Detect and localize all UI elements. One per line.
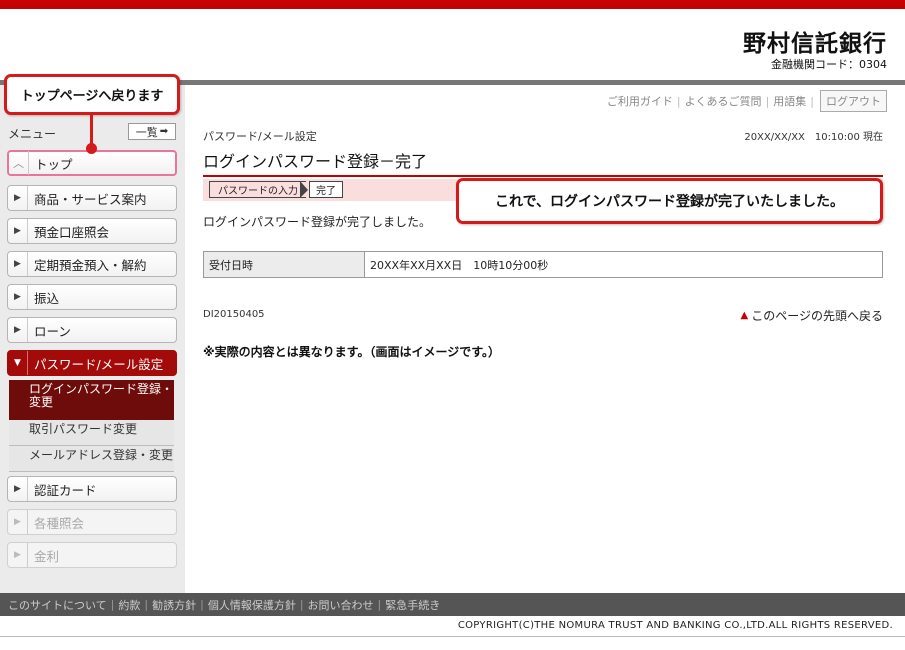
back-to-top-link[interactable]: ▲ このページの先頭へ戻る <box>741 307 883 324</box>
glossary-link[interactable]: 用語集 <box>769 93 810 109</box>
faq-link[interactable]: よくあるご質問 <box>681 93 766 109</box>
footer-link-emergency[interactable]: 緊急手続き <box>385 597 440 613</box>
triangle-right-icon: ▶ <box>8 510 28 534</box>
footer-link-solicitation[interactable]: 勧誘方針 <box>152 597 196 613</box>
triangle-right-icon: ▶ <box>8 186 28 210</box>
divider: | <box>144 598 149 611</box>
sidebar-item-label: 振込 <box>34 290 60 306</box>
receipt-time-header: 受付日時 <box>204 252 365 277</box>
logout-button[interactable]: ログアウト <box>820 90 887 112</box>
completion-callout: これで、ログインパスワード登録が完了いたしました。 <box>456 178 883 224</box>
sidebar-item-transfer[interactable]: ▶ 振込 <box>7 284 177 310</box>
receipt-time-value: 20XX年XX月XX日 10時10分00秒 <box>370 258 549 272</box>
sidebar-item-loan[interactable]: ▶ ローン <box>7 317 177 343</box>
footer-link-about[interactable]: このサイトについて <box>8 597 107 613</box>
divider: | <box>299 598 304 611</box>
bottom-divider <box>0 636 905 637</box>
triangle-right-icon: ▶ <box>8 285 28 309</box>
sidebar-item-auth-card[interactable]: ▶ 認証カード <box>7 476 177 502</box>
footer-link-contact[interactable]: お問い合わせ <box>308 597 374 613</box>
utility-nav: ご利用ガイド | よくあるご質問 | 用語集 | ログアウト <box>603 90 887 112</box>
arrow-up-icon: ▲ <box>740 310 749 321</box>
sidebar-item-label: 各種照会 <box>34 515 85 531</box>
sidebar-item-label: パスワード/メール設定 <box>34 356 164 372</box>
sub-item-login-password[interactable]: ログインパスワード登録・変更 <box>9 380 174 420</box>
sidebar-item-inquiries: ▶ 各種照会 <box>7 509 177 535</box>
triangle-right-icon: ▶ <box>8 318 28 342</box>
triangle-right-icon: ▶ <box>8 543 28 567</box>
sidebar-item-interest-rates: ▶ 金利 <box>7 542 177 568</box>
sidebar-item-time-deposit[interactable]: ▶ 定期預金預入・解約 <box>7 251 177 277</box>
sidebar-item-label: トップ <box>35 156 73 172</box>
sub-item-transaction-password[interactable]: 取引パスワード変更 <box>9 420 174 446</box>
disclaimer-note: ※実際の内容とは異なります。（画面はイメージです。） <box>203 345 501 359</box>
divider: | <box>377 598 382 611</box>
sidebar-item-label: 定期預金預入・解約 <box>34 257 147 273</box>
receipt-table: 受付日時 20XX年XX月XX日 10時10分00秒 <box>203 251 883 278</box>
list-button-label: 一覧 <box>135 125 158 139</box>
divider: | <box>810 94 814 108</box>
triangle-right-icon: ▶ <box>8 252 28 276</box>
sidebar-item-label: 預金口座照会 <box>34 224 110 240</box>
main-content: パスワード/メール設定 20XX/XX/XX 10:10:00 現在 ログインパ… <box>203 128 883 229</box>
sub-item-email[interactable]: メールアドレス登録・変更 <box>9 446 174 472</box>
footer-nav: このサイトについて | 約款 | 勧誘方針 | 個人情報保護方針 | お問い合わ… <box>0 593 905 616</box>
menu-label: メニュー <box>8 127 57 141</box>
brand-top-bar <box>0 0 905 9</box>
step-complete: 完了 <box>309 181 343 198</box>
divider: | <box>200 598 204 611</box>
completion-message: ログインパスワード登録が完了しました。 <box>203 215 432 229</box>
list-button[interactable]: 一覧 ➡ <box>128 123 176 140</box>
triangle-right-icon: ▶ <box>8 477 28 501</box>
back-to-top-label: このページの先頭へ戻る <box>751 309 883 323</box>
footer-link-privacy[interactable]: 個人情報保護方針 <box>208 597 296 613</box>
bank-code: 金融機関コード：0304 <box>771 58 887 71</box>
step-arrow-icon <box>300 181 308 198</box>
sidebar-item-deposit-inquiry[interactable]: ▶ 預金口座照会 <box>7 218 177 244</box>
current-datetime: 20XX/XX/XX 10:10:00 現在 <box>744 132 883 143</box>
chevron-up-icon: ︿ <box>9 151 29 175</box>
triangle-down-icon: ▼ <box>8 351 28 375</box>
guide-link[interactable]: ご利用ガイド <box>603 93 677 109</box>
sidebar-item-password-mail[interactable]: ▼ パスワード/メール設定 <box>7 350 177 376</box>
sidebar-item-products[interactable]: ▶ 商品・サービス案内 <box>7 185 177 211</box>
triangle-right-icon: ▶ <box>8 219 28 243</box>
footer-link-terms[interactable]: 約款 <box>118 597 140 613</box>
step-password-input: パスワードの入力 <box>209 181 306 198</box>
callout-dot <box>86 143 97 154</box>
sidebar-item-label: 金利 <box>34 548 60 564</box>
divider: | <box>110 598 115 611</box>
sidebar-item-label: ローン <box>34 323 71 339</box>
bank-logo[interactable]: 野村信託銀行 <box>743 24 887 58</box>
top-callout: トップページへ戻ります <box>4 74 180 115</box>
arrow-right-icon: ➡ <box>159 126 169 137</box>
sidebar-item-label: 認証カード <box>34 482 97 498</box>
screen-id: DI20150405 <box>203 309 265 320</box>
copyright: COPYRIGHT(C)THE NOMURA TRUST AND BANKING… <box>457 620 893 631</box>
sidebar-item-label: 商品・サービス案内 <box>34 191 147 207</box>
page-title: ログインパスワード登録－完了 <box>203 148 883 177</box>
